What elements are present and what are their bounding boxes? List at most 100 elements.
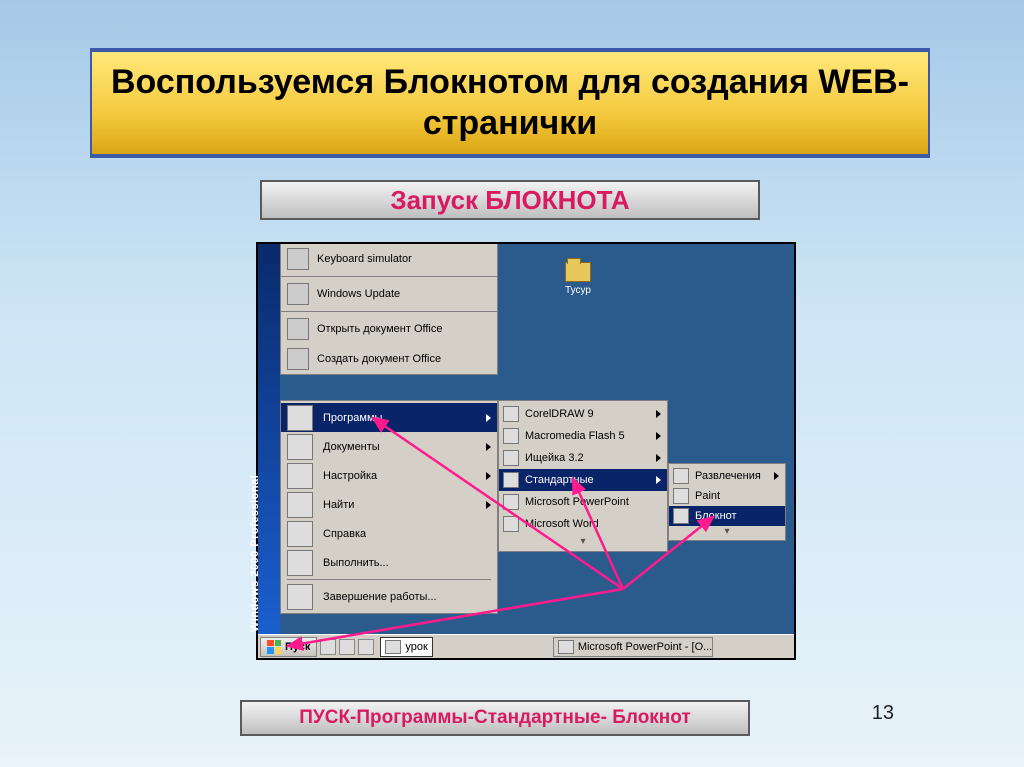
- start-item-run[interactable]: Выполнить...: [281, 548, 497, 577]
- folder-icon: [385, 640, 401, 654]
- programs-item-label: Macromedia Flash 5: [525, 430, 625, 442]
- keyboard-icon: [287, 248, 309, 270]
- start-item-label: Программы: [323, 412, 382, 424]
- start-top-open-office-doc[interactable]: Открыть документ Office: [281, 314, 497, 344]
- separator: [281, 311, 497, 312]
- start-item-shutdown[interactable]: Завершение работы...: [281, 582, 497, 611]
- program-folder-icon: [673, 468, 689, 484]
- start-item-label: Выполнить...: [323, 557, 389, 569]
- submenu-arrow-icon: [656, 476, 661, 484]
- programs-item-word[interactable]: Microsoft Word: [499, 513, 667, 535]
- paint-icon: [673, 488, 689, 504]
- submenu-arrow-icon: [486, 443, 491, 451]
- quicklaunch-desktop-icon[interactable]: [358, 639, 374, 655]
- help-icon: [287, 521, 313, 547]
- powerpoint-icon: [558, 640, 574, 654]
- start-button-label: Пуск: [285, 641, 310, 653]
- standard-item-entertainment[interactable]: Развлечения: [669, 466, 785, 486]
- programs-item-label: Microsoft Word: [525, 518, 599, 530]
- start-top-item-label: Keyboard simulator: [317, 253, 412, 265]
- more-indicator-icon[interactable]: ▾: [499, 535, 667, 549]
- documents-icon: [287, 434, 313, 460]
- standard-item-paint[interactable]: Paint: [669, 486, 785, 506]
- programs-item-label: Microsoft PowerPoint: [525, 496, 629, 508]
- quicklaunch-ie-icon[interactable]: [320, 639, 336, 655]
- folder-icon: [565, 262, 591, 282]
- start-item-help[interactable]: Справка: [281, 519, 497, 548]
- start-button[interactable]: Пуск: [260, 637, 317, 657]
- programs-item-label: CorelDRAW 9: [525, 408, 594, 420]
- submenu-arrow-icon: [656, 410, 661, 418]
- start-menu-sidebar-text: Windows 2000 Professional: [249, 475, 261, 632]
- start-item-settings[interactable]: Настройка: [281, 461, 497, 490]
- start-menu-sidebar: Windows 2000 Professional: [258, 244, 280, 638]
- new-office-icon: [287, 348, 309, 370]
- slide-title-text: Воспользуемся Блокнотом для создания WEB…: [92, 62, 928, 144]
- submenu-arrow-icon: [486, 501, 491, 509]
- taskbar-item-powerpoint[interactable]: Microsoft PowerPoint - [O...: [553, 637, 713, 657]
- slide-footer-text: ПУСК-Программы-Стандартные- Блокнот: [299, 707, 690, 729]
- start-item-find[interactable]: Найти: [281, 490, 497, 519]
- submenu-programs: CorelDRAW 9 Macromedia Flash 5 Ищейка 3.…: [498, 400, 668, 552]
- run-icon: [287, 550, 313, 576]
- programs-item-standard[interactable]: Стандартные: [499, 469, 667, 491]
- windows-flag-icon: [267, 640, 281, 654]
- start-top-keyboard-simulator[interactable]: Keyboard simulator: [281, 244, 497, 274]
- slide-footer-bar: ПУСК-Программы-Стандартные- Блокнот: [240, 700, 750, 736]
- separator: [287, 579, 491, 580]
- start-top-item-label: Windows Update: [317, 288, 400, 300]
- programs-item-powerpoint[interactable]: Microsoft PowerPoint: [499, 491, 667, 513]
- programs-item-coreldraw[interactable]: CorelDRAW 9: [499, 403, 667, 425]
- start-top-windows-update[interactable]: Windows Update: [281, 279, 497, 309]
- taskbar: Пуск урок Microsoft PowerPoint - [O...: [258, 634, 794, 658]
- start-item-documents[interactable]: Документы: [281, 432, 497, 461]
- more-indicator-icon[interactable]: ▾: [669, 526, 785, 538]
- word-icon: [503, 516, 519, 532]
- shutdown-icon: [287, 584, 313, 610]
- program-folder-icon: [503, 406, 519, 422]
- program-folder-icon: [503, 450, 519, 466]
- settings-icon: [287, 463, 313, 489]
- start-menu-top-section: Keyboard simulator Windows Update Открыт…: [280, 244, 498, 375]
- globe-update-icon: [287, 283, 309, 305]
- programs-item-ishcheika[interactable]: Ищейка 3.2: [499, 447, 667, 469]
- start-top-item-label: Открыть документ Office: [317, 323, 443, 335]
- programs-item-label: Стандартные: [525, 474, 594, 486]
- slide-subtitle-text: Запуск БЛОКНОТА: [390, 185, 629, 216]
- slide-title-bar: Воспользуемся Блокнотом для создания WEB…: [90, 48, 930, 158]
- submenu-arrow-icon: [486, 472, 491, 480]
- submenu-arrow-icon: [486, 414, 491, 422]
- start-item-label: Справка: [323, 528, 366, 540]
- start-item-label: Настройка: [323, 470, 377, 482]
- start-item-programs[interactable]: Программы: [281, 403, 497, 432]
- start-top-create-office-doc[interactable]: Создать документ Office: [281, 344, 497, 374]
- quicklaunch-outlook-icon[interactable]: [339, 639, 355, 655]
- program-folder-icon: [503, 472, 519, 488]
- powerpoint-icon: [503, 494, 519, 510]
- standard-item-label: Развлечения: [695, 470, 761, 482]
- start-top-item-label: Создать документ Office: [317, 353, 441, 365]
- program-folder-icon: [503, 428, 519, 444]
- submenu-standard: Развлечения Paint Блокнот ▾: [668, 463, 786, 541]
- programs-item-label: Ищейка 3.2: [525, 452, 584, 464]
- submenu-arrow-icon: [774, 472, 779, 480]
- taskbar-item-label: Microsoft PowerPoint - [O...: [578, 641, 712, 653]
- programs-item-macromedia[interactable]: Macromedia Flash 5: [499, 425, 667, 447]
- start-item-label: Найти: [323, 499, 354, 511]
- start-item-label: Документы: [323, 441, 380, 453]
- taskbar-item-folder[interactable]: урок: [380, 637, 432, 657]
- slide-number: 13: [872, 702, 894, 725]
- find-icon: [287, 492, 313, 518]
- separator: [281, 276, 497, 277]
- slide-subtitle-bar: Запуск БЛОКНОТА: [260, 180, 760, 220]
- start-menu-main: Программы Документы Настройка Найти Спра…: [280, 400, 498, 614]
- submenu-arrow-icon: [656, 432, 661, 440]
- start-item-label: Завершение работы...: [323, 591, 437, 603]
- notepad-icon: [673, 508, 689, 524]
- desktop-folder-tusur[interactable]: Тусур: [553, 262, 603, 296]
- programs-icon: [287, 405, 313, 431]
- screenshot-desktop: Тусур Windows 2000 Professional Keyboard…: [256, 242, 796, 660]
- open-office-icon: [287, 318, 309, 340]
- standard-item-notepad[interactable]: Блокнот: [669, 506, 785, 526]
- standard-item-label: Paint: [695, 490, 720, 502]
